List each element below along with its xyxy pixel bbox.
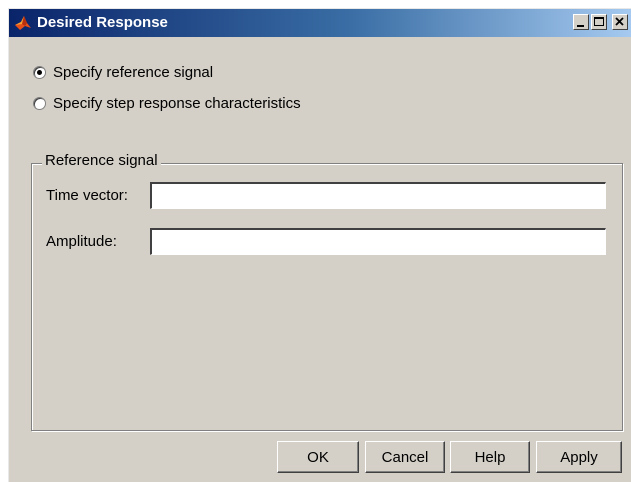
option-step-response-label: Specify step response characteristics	[53, 94, 301, 112]
minimize-button[interactable]	[573, 14, 589, 30]
desired-response-dialog: Desired Response Specify reference signa…	[8, 8, 631, 482]
window-title: Desired Response	[37, 14, 168, 31]
option-reference-signal[interactable]: Specify reference signal	[33, 62, 213, 82]
close-icon	[615, 17, 624, 26]
amplitude-label: Amplitude:	[46, 233, 117, 250]
radio-step-response[interactable]	[33, 96, 46, 110]
cancel-button[interactable]: Cancel	[365, 441, 445, 473]
help-button[interactable]: Help	[450, 441, 530, 473]
title-bar[interactable]: Desired Response	[9, 9, 631, 37]
time-vector-label: Time vector:	[46, 187, 128, 204]
option-reference-signal-label: Specify reference signal	[53, 63, 214, 81]
amplitude-input[interactable]	[150, 228, 606, 255]
maximize-icon	[594, 17, 604, 26]
ok-button[interactable]: OK	[277, 441, 359, 473]
apply-button[interactable]: Apply	[536, 441, 622, 473]
maximize-button[interactable]	[591, 14, 607, 30]
option-step-response[interactable]: Specify step response characteristics	[33, 93, 301, 113]
reference-signal-group-title: Reference signal	[42, 152, 161, 169]
radio-reference-signal[interactable]	[33, 65, 46, 79]
minimize-icon	[577, 25, 584, 27]
time-vector-input[interactable]	[150, 182, 606, 209]
matlab-icon	[14, 14, 32, 32]
close-button[interactable]	[612, 14, 628, 30]
